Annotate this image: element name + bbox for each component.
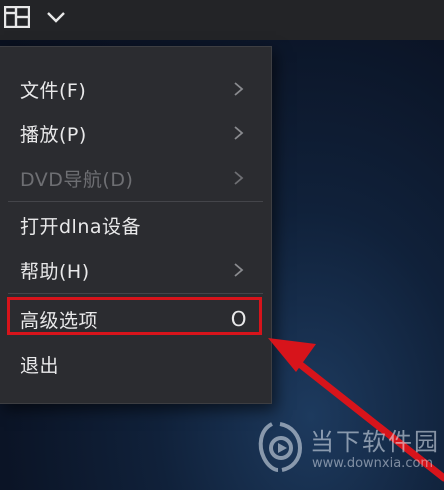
chevron-right-icon — [234, 126, 244, 140]
main-menu: 文件(F) 播放(P) DVD导航(D) 打开dlna设备 帮助(H) 高级选项… — [0, 46, 272, 404]
menu-item-open-dlna[interactable]: 打开dlna设备 — [0, 205, 271, 245]
menu-item-label: 退出 — [20, 354, 60, 377]
watermark-url: www.downxia.com — [312, 456, 434, 471]
chevron-right-icon — [234, 171, 244, 185]
menu-item-label: DVD导航(D) — [20, 168, 134, 191]
watermark-title: 当下软件园 — [310, 428, 440, 456]
grid-icon[interactable] — [4, 6, 30, 28]
menu-item-dvd-navigation[interactable]: DVD导航(D) — [0, 158, 271, 198]
menu-separator — [8, 293, 263, 294]
menu-separator — [8, 201, 263, 202]
menu-item-play[interactable]: 播放(P) — [0, 113, 271, 153]
menu-item-help[interactable]: 帮助(H) — [0, 250, 271, 290]
chevron-right-icon — [234, 82, 244, 96]
chevron-right-icon — [234, 263, 244, 277]
highlight-box — [7, 297, 262, 335]
menu-item-label: 文件(F) — [20, 79, 87, 102]
menu-item-file[interactable]: 文件(F) — [0, 69, 271, 109]
menu-item-label: 打开dlna设备 — [20, 215, 142, 238]
watermark: 当下软件园 www.downxia.com — [252, 418, 438, 478]
menu-item-label: 帮助(H) — [20, 260, 90, 283]
chevron-down-icon[interactable] — [46, 10, 66, 24]
menu-item-label: 播放(P) — [20, 123, 87, 146]
watermark-logo-icon — [258, 422, 303, 472]
top-toolbar — [0, 0, 444, 40]
menu-item-exit[interactable]: 退出 — [0, 344, 271, 384]
